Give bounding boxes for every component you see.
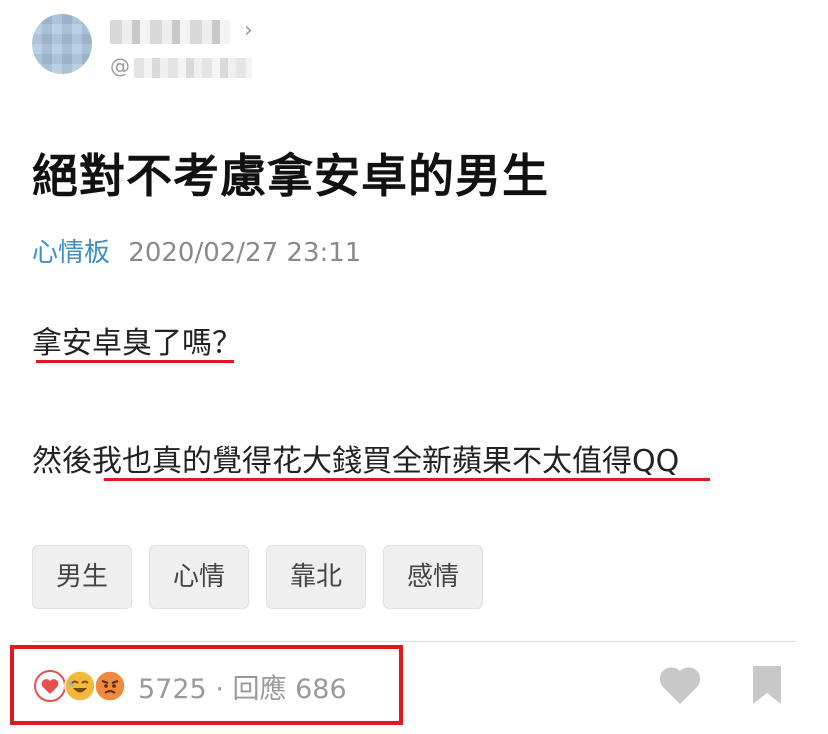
tag-list: 男生 心情 靠北 感情 bbox=[32, 545, 483, 609]
bookmark-button[interactable] bbox=[750, 664, 784, 710]
post-body-line-1: 拿安卓臭了嗎？ bbox=[32, 326, 242, 361]
divider bbox=[32, 641, 796, 642]
author-header[interactable]: › @ bbox=[32, 14, 332, 80]
tag-chip[interactable]: 感情 bbox=[383, 545, 483, 609]
author-handle-redacted bbox=[134, 58, 252, 78]
like-button[interactable] bbox=[658, 664, 702, 710]
post-title: 絕對不考慮拿安卓的男生 bbox=[32, 149, 549, 203]
annotation-highlight-box bbox=[10, 645, 403, 725]
avatar[interactable] bbox=[32, 14, 92, 74]
tag-chip[interactable]: 心情 bbox=[149, 545, 249, 609]
bookmark-icon bbox=[753, 666, 781, 704]
heart-icon bbox=[659, 667, 701, 704]
post-timestamp: 2020/02/27 23:11 bbox=[128, 238, 362, 268]
author-name-redacted[interactable] bbox=[110, 20, 230, 44]
board-link[interactable]: 心情板 bbox=[32, 238, 110, 268]
post-meta: 心情板 2020/02/27 23:11 bbox=[32, 232, 361, 269]
tag-chip[interactable]: 靠北 bbox=[266, 545, 366, 609]
annotation-underline-1 bbox=[36, 360, 234, 363]
tag-chip[interactable]: 男生 bbox=[32, 545, 132, 609]
author-handle-prefix: @ bbox=[110, 54, 130, 78]
annotation-underline-2 bbox=[104, 478, 710, 481]
chevron-right-icon[interactable]: › bbox=[244, 18, 253, 43]
post-body-line-2: 然後我也真的覺得花大錢買全新蘋果不太值得QQ bbox=[32, 444, 680, 479]
